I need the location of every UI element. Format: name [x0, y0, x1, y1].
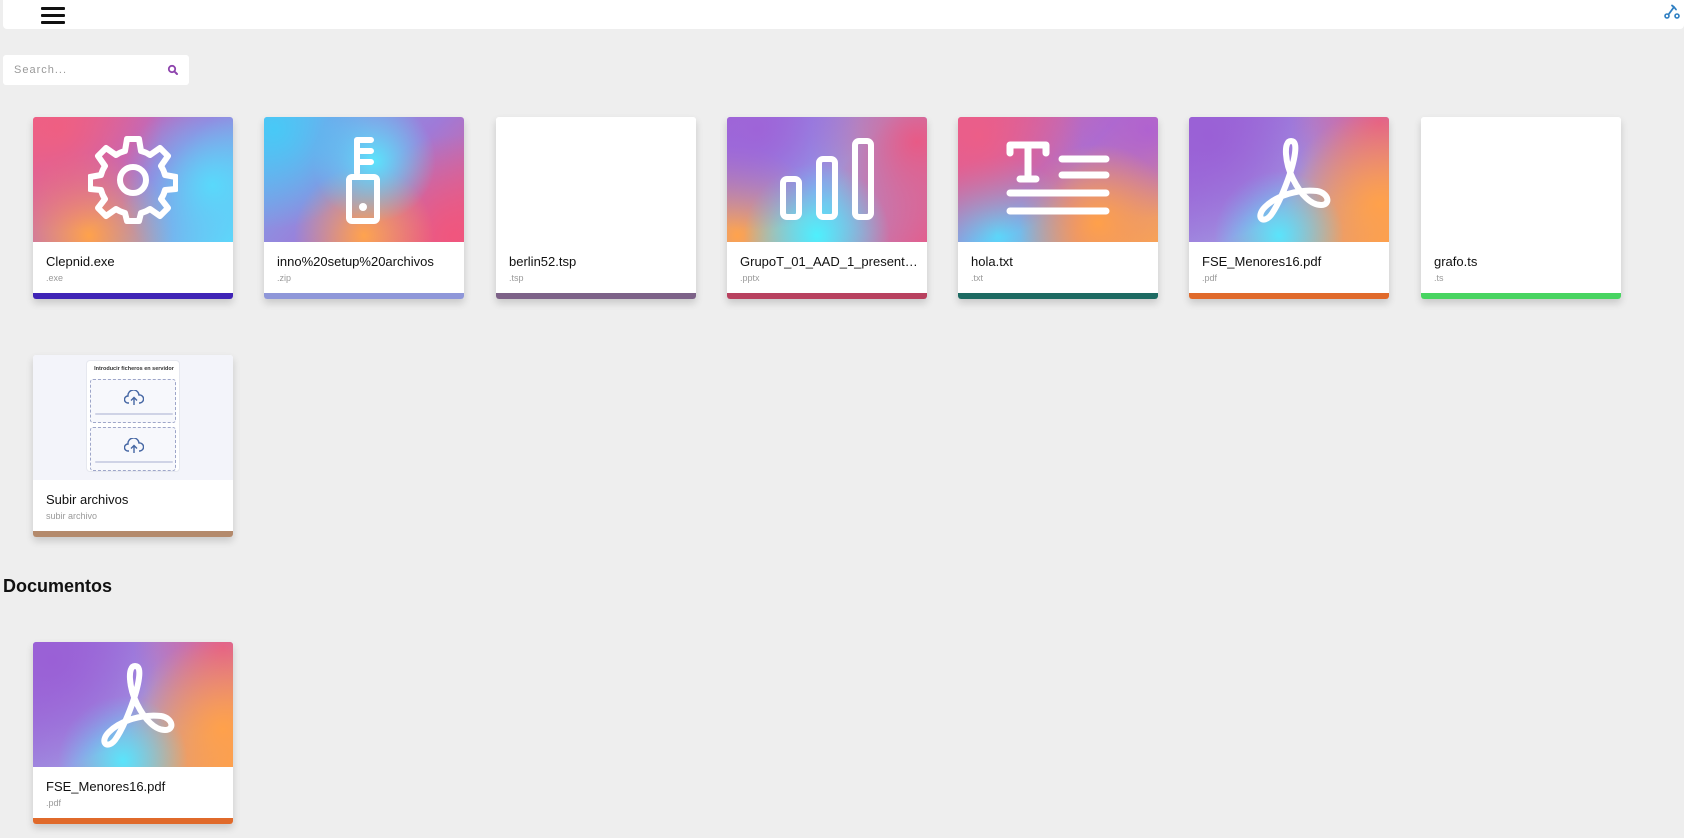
- file-extension: .pptx: [740, 273, 760, 283]
- file-card[interactable]: GrupoT_01_AAD_1_present… .pptx: [727, 117, 927, 299]
- file-thumbnail: [496, 117, 696, 242]
- search-bar: [3, 55, 189, 85]
- cloud-upload-icon: [124, 438, 144, 453]
- file-type-stripe: [33, 293, 233, 299]
- search-icon[interactable]: [167, 64, 179, 76]
- file-card[interactable]: FSE_Menores16.pdf .pdf: [33, 642, 233, 824]
- file-name: inno%20setup%20archivos: [277, 254, 434, 269]
- file-type-stripe: [496, 293, 696, 299]
- file-name: Clepnid.exe: [46, 254, 115, 269]
- file-extension: .txt: [971, 273, 984, 283]
- pdf-icon: [1257, 137, 1331, 222]
- file-thumbnail: [33, 642, 233, 767]
- file-name: GrupoT_01_AAD_1_present…: [740, 254, 918, 269]
- file-name: FSE_Menores16.pdf: [1202, 254, 1322, 269]
- file-type-stripe: [33, 531, 233, 537]
- file-thumbnail: [727, 117, 927, 242]
- zip-icon: [346, 136, 380, 224]
- menu-line: [41, 14, 65, 17]
- file-type-stripe: [727, 293, 927, 299]
- file-card[interactable]: hola.txt .txt: [958, 117, 1158, 299]
- top-bar: [3, 0, 1684, 29]
- file-name: hola.txt: [971, 254, 1013, 269]
- file-thumbnail: [264, 117, 464, 242]
- file-card[interactable]: berlin52.tsp .tsp: [496, 117, 696, 299]
- file-type-stripe: [1189, 293, 1389, 299]
- menu-line: [41, 7, 65, 10]
- upload-preview-title: Introducir ficheros en servidor: [94, 366, 174, 372]
- file-card[interactable]: FSE_Menores16.pdf .pdf: [1189, 117, 1389, 299]
- file-thumbnail: [1189, 117, 1389, 242]
- file-thumbnail: [33, 117, 233, 242]
- upload-screenshot: Introducir ficheros en servidor: [33, 355, 233, 480]
- gear-icon: [88, 135, 178, 224]
- file-extension: subir archivo: [46, 511, 98, 521]
- file-name: berlin52.tsp: [509, 254, 577, 269]
- upload-hint-line: [95, 461, 173, 463]
- upload-drop-zone: [90, 379, 176, 423]
- graph-tool-icon[interactable]: [1664, 3, 1680, 19]
- file-card[interactable]: Clepnid.exe .exe: [33, 117, 233, 299]
- text-icon: [1006, 141, 1110, 214]
- file-type-stripe: [33, 818, 233, 824]
- file-extension: .pdf: [46, 798, 62, 808]
- file-thumbnail: [958, 117, 1158, 242]
- file-type-stripe: [264, 293, 464, 299]
- file-extension: .tsp: [509, 273, 524, 283]
- file-card[interactable]: grafo.ts .ts: [1421, 117, 1621, 299]
- cloud-upload-icon: [124, 390, 144, 405]
- upload-hint-line: [95, 413, 173, 415]
- file-card[interactable]: inno%20setup%20archivos .zip: [264, 117, 464, 299]
- pdf-icon: [101, 662, 175, 747]
- file-extension: .ts: [1434, 273, 1444, 283]
- hamburger-menu-icon[interactable]: [41, 5, 65, 25]
- upload-preview-panel: Introducir ficheros en servidor: [86, 360, 180, 472]
- file-thumbnail: [1421, 117, 1621, 242]
- file-extension: .zip: [277, 273, 292, 283]
- file-name: Subir archivos: [46, 492, 129, 507]
- file-name: grafo.ts: [1434, 254, 1478, 269]
- upload-drop-zone: [90, 427, 176, 471]
- section-title: Documentos: [3, 576, 113, 596]
- file-name: FSE_Menores16.pdf: [46, 779, 166, 794]
- file-type-stripe: [1421, 293, 1621, 299]
- file-extension: .exe: [46, 273, 64, 283]
- menu-line: [41, 21, 65, 24]
- file-extension: .pdf: [1202, 273, 1218, 283]
- bar-chart-icon: [780, 137, 874, 220]
- search-input[interactable]: [14, 63, 154, 77]
- file-type-stripe: [958, 293, 1158, 299]
- upload-card[interactable]: Introducir ficheros en servidor Subir ar…: [33, 355, 233, 537]
